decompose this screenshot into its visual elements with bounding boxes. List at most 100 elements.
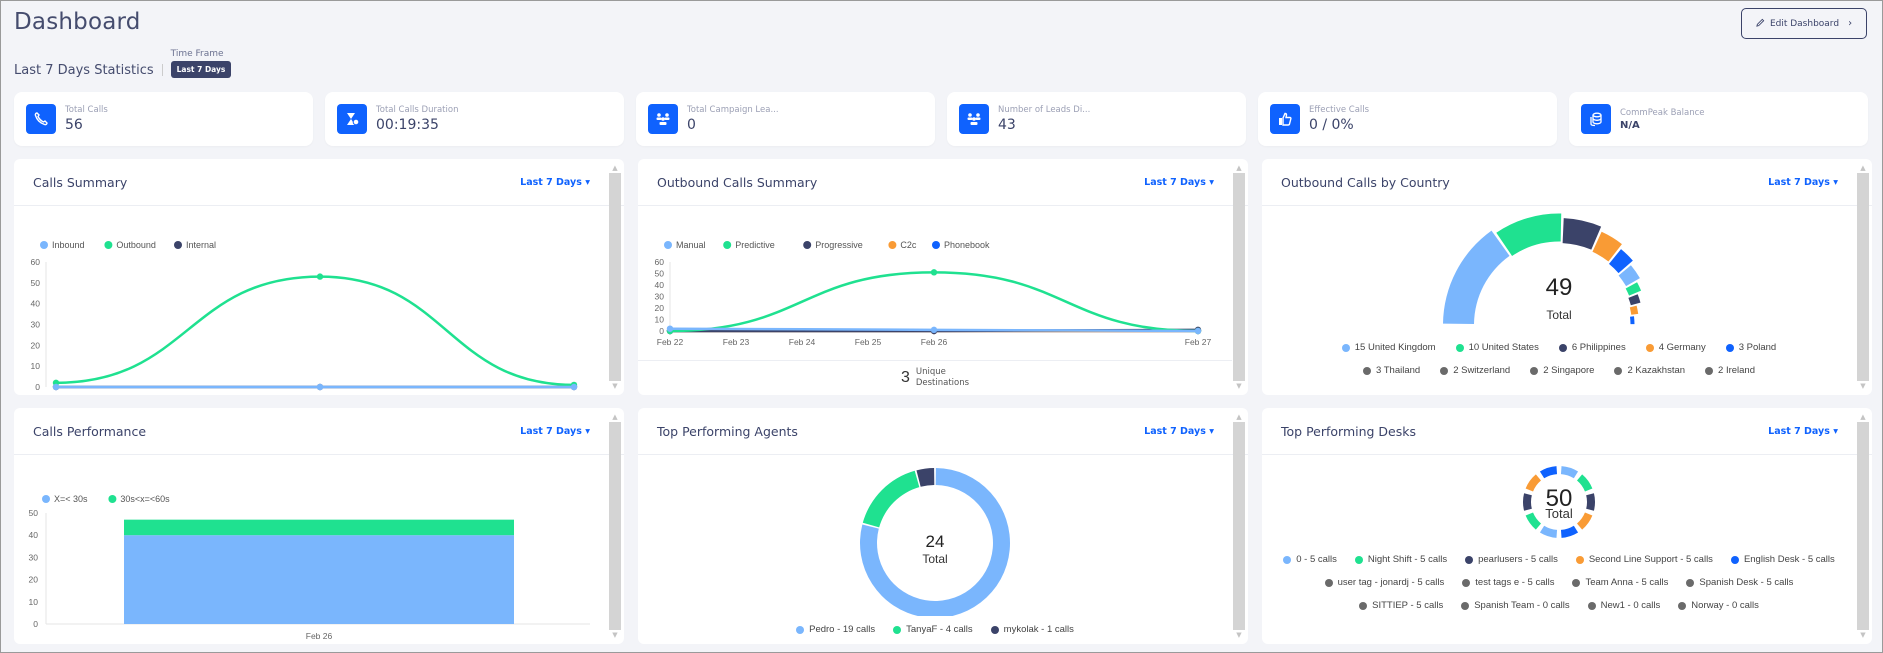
- scroll-thumb[interactable]: [1857, 173, 1869, 381]
- legend-label: 30s<x=<60s: [120, 494, 170, 504]
- legend-item[interactable]: pearlusers - 5 calls: [1465, 554, 1558, 565]
- scrollbar[interactable]: ▲ ▼: [609, 163, 621, 391]
- unique-destinations-label: Unique Destinations: [916, 367, 969, 389]
- legend-marker: [1575, 555, 1584, 564]
- outbound-summary-chart: Manual Predictive Progressive C2c Phonebook 0…: [655, 240, 1212, 347]
- legend-item[interactable]: mykolak - 1 calls: [990, 624, 1074, 635]
- legend-label: 2 Switzerland: [1453, 365, 1511, 376]
- scroll-up-icon[interactable]: ▲: [1860, 412, 1865, 422]
- scrollbar[interactable]: ▲ ▼: [609, 412, 621, 640]
- legend-item[interactable]: 2 Ireland: [1705, 365, 1755, 376]
- y-tick-label: 30: [29, 552, 39, 562]
- legend-item[interactable]: English Desk - 5 calls: [1730, 554, 1835, 565]
- time-filter-dropdown[interactable]: Last 7 Days ▾: [1144, 426, 1214, 437]
- kpi-value: 43: [998, 117, 1016, 133]
- legend-item[interactable]: 2 Kazakhstan: [1614, 365, 1685, 376]
- scroll-up-icon[interactable]: ▲: [612, 412, 617, 422]
- filter-label: Last 7 Days: [520, 176, 582, 188]
- legend-item[interactable]: 6 Philippines: [1558, 342, 1626, 353]
- scrollbar[interactable]: ▲ ▼: [1233, 163, 1245, 391]
- pie-slice: [1560, 466, 1579, 479]
- scroll-down-icon[interactable]: ▼: [1860, 630, 1865, 640]
- time-filter-dropdown[interactable]: Last 7 Days ▾: [1144, 177, 1214, 188]
- legend-item[interactable]: test tags e - 5 calls: [1462, 577, 1554, 588]
- legend-marker: [893, 625, 902, 634]
- legend-item[interactable]: Spanish Team - 0 calls: [1461, 600, 1570, 611]
- scroll-thumb[interactable]: [609, 422, 621, 630]
- scroll-up-icon[interactable]: ▲: [612, 163, 617, 173]
- legend-item[interactable]: Pedro - 19 calls: [796, 624, 875, 635]
- legend-item[interactable]: 10 United States: [1455, 342, 1539, 353]
- phone-icon: [26, 104, 56, 134]
- legend-item[interactable]: Norway - 0 calls: [1678, 600, 1759, 611]
- kpi-value: 56: [65, 117, 83, 133]
- scroll-down-icon[interactable]: ▼: [612, 381, 617, 391]
- scroll-down-icon[interactable]: ▼: [1236, 381, 1241, 391]
- data-point: [930, 269, 938, 276]
- caret-down-icon: ▾: [1833, 425, 1838, 437]
- total-label: Total: [1545, 506, 1573, 521]
- kpi-label: CommPeak Balance: [1620, 107, 1705, 118]
- scroll-thumb[interactable]: [1233, 173, 1245, 381]
- scroll-up-icon[interactable]: ▲: [1236, 412, 1241, 422]
- kpi-label: Effective Calls: [1309, 105, 1370, 115]
- filter-label: Last 7 Days: [1768, 176, 1830, 188]
- filter-label: Last 7 Days: [1768, 425, 1830, 437]
- scrollbar[interactable]: ▲ ▼: [1857, 163, 1869, 391]
- legend-item[interactable]: Spanish Desk - 5 calls: [1686, 577, 1793, 588]
- pie-slice: [1562, 218, 1602, 250]
- legend-item[interactable]: user tag - jonardj - 5 calls: [1324, 577, 1444, 588]
- edit-dashboard-button[interactable]: Edit Dashboard ›: [1741, 8, 1867, 39]
- legend-item[interactable]: SITTIEP - 5 calls: [1359, 600, 1443, 611]
- y-tick-label: 20: [31, 340, 41, 350]
- scroll-thumb[interactable]: [609, 173, 621, 381]
- legend-item[interactable]: Night Shift - 5 calls: [1354, 554, 1447, 565]
- page-title: Dashboard: [14, 9, 141, 35]
- kpi-card-leads-dialed: Number of Leads Di... 43: [947, 92, 1246, 146]
- scroll-up-icon[interactable]: ▲: [1236, 163, 1241, 173]
- scroll-down-icon[interactable]: ▼: [1236, 630, 1241, 640]
- top-desks-chart: 50Total: [1523, 466, 1595, 538]
- legend-item[interactable]: Team Anna - 5 calls: [1572, 577, 1668, 588]
- time-filter-dropdown[interactable]: Last 7 Days ▾: [1768, 426, 1838, 437]
- scroll-thumb[interactable]: [1857, 422, 1869, 630]
- kpi-value: 0 / 0%: [1309, 117, 1354, 133]
- legend-item[interactable]: 3 Thailand: [1362, 365, 1420, 376]
- legend-item[interactable]: 0 - 5 calls: [1283, 554, 1337, 565]
- scroll-up-icon[interactable]: ▲: [1860, 163, 1865, 173]
- scroll-down-icon[interactable]: ▼: [1860, 381, 1865, 391]
- y-tick-label: 10: [29, 597, 39, 607]
- data-point: [570, 383, 578, 391]
- legend-item[interactable]: 15 United Kingdom: [1341, 342, 1436, 353]
- timeframe-badge[interactable]: Last 7 Days: [170, 61, 232, 78]
- kpi-value: 00:19:35: [376, 117, 439, 133]
- stats-header: Last 7 Days Statistics Time Frame Last 7…: [14, 47, 232, 78]
- legend-label: Inbound: [52, 240, 85, 250]
- time-filter-dropdown[interactable]: Last 7 Days ▾: [1768, 177, 1838, 188]
- outbound-summary-card: Outbound Calls Summary Last 7 Days ▾ ▲ ▼…: [638, 159, 1248, 395]
- legend-item[interactable]: 2 Singapore: [1530, 365, 1594, 376]
- legend-marker: [1465, 555, 1474, 564]
- legend-item[interactable]: 2 Switzerland: [1440, 365, 1510, 376]
- legend-marker: [723, 241, 732, 249]
- x-tick-label: Feb 27: [561, 393, 588, 395]
- data-point: [930, 326, 938, 334]
- kpi-card-commpeak-balance: CommPeak Balance N/A: [1569, 92, 1868, 146]
- legend-item[interactable]: New1 - 0 calls: [1587, 600, 1660, 611]
- y-tick-label: 10: [655, 315, 665, 325]
- time-filter-dropdown[interactable]: Last 7 Days ▾: [520, 177, 590, 188]
- scroll-thumb[interactable]: [1233, 422, 1245, 630]
- scrollbar[interactable]: ▲ ▼: [1857, 412, 1869, 640]
- scroll-down-icon[interactable]: ▼: [612, 630, 617, 640]
- legend-item[interactable]: 3 Poland: [1725, 342, 1776, 353]
- time-filter-dropdown[interactable]: Last 7 Days ▾: [520, 426, 590, 437]
- bar-segment: [124, 535, 514, 624]
- legend-item[interactable]: 4 Germany: [1645, 342, 1706, 353]
- legend-item[interactable]: TanyaF - 4 calls: [893, 624, 973, 635]
- filter-label: Last 7 Days: [520, 425, 582, 437]
- label-line-1: Unique: [915, 367, 946, 377]
- card-title: Calls Performance: [33, 423, 147, 439]
- kpi-card-total-campaign-leads: Total Campaign Lea... 0: [636, 92, 935, 146]
- scrollbar[interactable]: ▲ ▼: [1233, 412, 1245, 640]
- legend-item[interactable]: Second Line Support - 5 calls: [1575, 554, 1713, 565]
